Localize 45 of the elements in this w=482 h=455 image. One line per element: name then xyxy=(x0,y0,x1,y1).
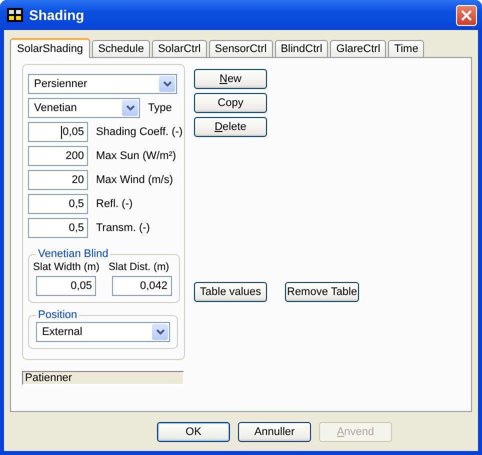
tab[interactable]: SolarShading xyxy=(10,38,90,58)
table-button[interactable]: Remove Table xyxy=(285,282,360,302)
chevron-down-icon xyxy=(156,329,164,335)
tab[interactable]: SensorCtrl xyxy=(208,40,273,57)
group-title: Position xyxy=(37,309,78,321)
tab[interactable]: Time xyxy=(388,40,424,57)
close-button[interactable] xyxy=(456,4,477,26)
input-field[interactable]: 0,042 xyxy=(112,276,172,296)
table-button[interactable]: Table values xyxy=(194,282,267,302)
chevron-down-icon xyxy=(126,105,134,111)
field-label: Slat Width (m) xyxy=(33,261,100,273)
shading-select[interactable]: Persienner xyxy=(28,74,177,94)
action-button[interactable]: Copy xyxy=(194,93,267,113)
input-field[interactable]: 0,5 xyxy=(28,194,88,214)
dropdown-button[interactable] xyxy=(159,76,175,92)
status-field: Patienner xyxy=(22,371,184,385)
action-button[interactable]: Delete xyxy=(194,117,267,137)
position-select[interactable]: External xyxy=(36,322,170,342)
window-title: Shading xyxy=(29,7,86,23)
input-field[interactable]: 200 xyxy=(28,146,88,166)
chevron-down-icon xyxy=(162,81,172,87)
field-label: Transm. (-) xyxy=(96,222,150,234)
dialog-button[interactable]: Annuller xyxy=(238,422,311,442)
field-label: Type xyxy=(148,102,172,114)
grid-icon xyxy=(7,8,23,22)
group-title: Venetian Blind xyxy=(37,248,110,260)
type-select[interactable]: Venetian xyxy=(28,98,140,118)
tab[interactable]: Schedule xyxy=(92,40,150,57)
tab[interactable]: SolarCtrl xyxy=(152,40,207,57)
field-label: Shading Coeff. (-) xyxy=(96,126,183,138)
input-field[interactable]: 0,05 xyxy=(28,122,88,142)
dropdown-button[interactable] xyxy=(152,324,168,340)
dialog-button[interactable]: OK xyxy=(157,422,230,442)
action-button[interactable]: New xyxy=(194,69,267,89)
tab[interactable]: GlareCtrl xyxy=(330,40,386,57)
field-label: Max Sun (W/m²) xyxy=(96,150,176,162)
input-field[interactable]: 20 xyxy=(28,170,88,190)
tab[interactable]: BlindCtrl xyxy=(274,40,328,57)
input-field[interactable]: 0,05 xyxy=(36,276,96,296)
field-label: Max Wind (m/s) xyxy=(96,174,173,186)
close-icon xyxy=(461,10,472,20)
field-label: Slat Dist. (m) xyxy=(108,261,170,273)
input-field[interactable]: 0,5 xyxy=(28,218,88,238)
field-label: Refl. (-) xyxy=(96,198,133,210)
dropdown-button[interactable] xyxy=(122,100,138,116)
